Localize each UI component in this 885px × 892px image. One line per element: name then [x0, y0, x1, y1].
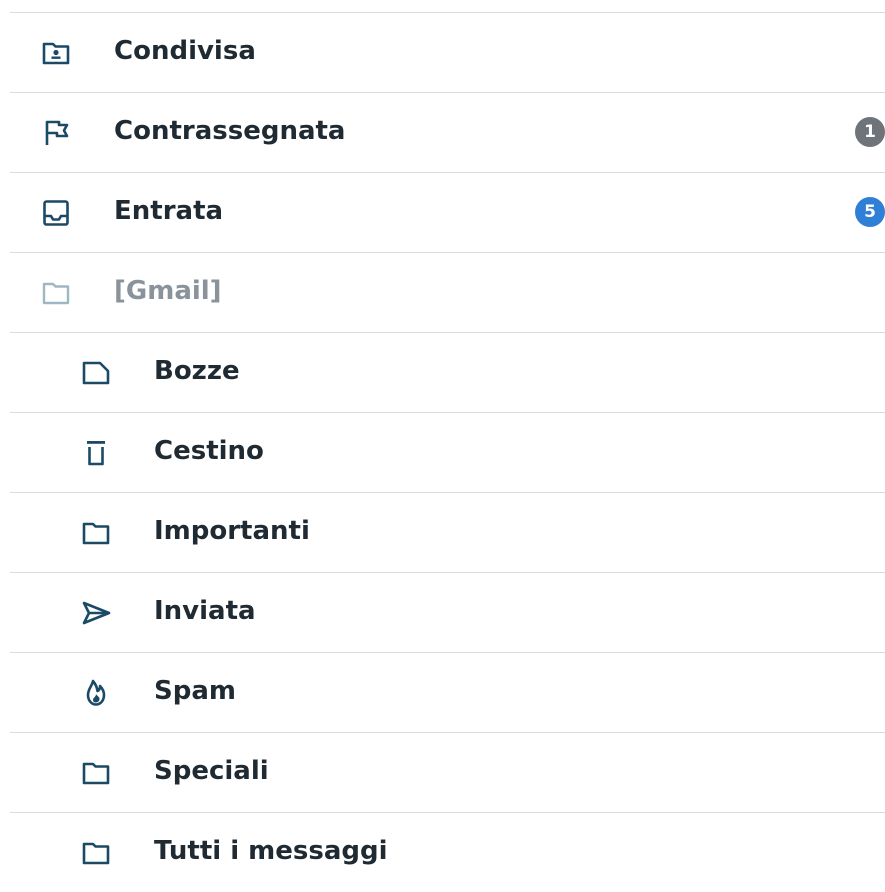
trash-icon — [80, 437, 112, 469]
folder-label: Condivisa — [114, 36, 256, 66]
folder-item-inviata[interactable]: Inviata — [10, 573, 885, 653]
folder-item-cestino[interactable]: Cestino — [10, 413, 885, 493]
folder-item-contrassegnata[interactable]: Contrassegnata 1 — [10, 93, 885, 173]
inbox-icon — [40, 197, 72, 229]
folder-label: [Gmail] — [114, 276, 222, 306]
folder-item-importanti[interactable]: Importanti — [10, 493, 885, 573]
spam-flame-icon — [80, 677, 112, 709]
folder-label: Bozze — [154, 356, 240, 386]
folder-item-spam[interactable]: Spam — [10, 653, 885, 733]
folder-item-gmail[interactable]: [Gmail] — [10, 253, 885, 333]
folder-item-speciali[interactable]: Speciali — [10, 733, 885, 813]
folder-label: Contrassegnata — [114, 116, 346, 146]
mail-folder-list: Condivisa Contrassegnata 1 Entrata 5 [Gm… — [10, 12, 885, 892]
folder-icon — [80, 517, 112, 549]
folder-label: Tutti i messaggi — [154, 836, 388, 866]
folder-icon — [80, 837, 112, 869]
unread-count-badge: 5 — [855, 197, 885, 227]
folder-label: Importanti — [154, 516, 310, 546]
folder-icon — [40, 277, 72, 309]
folder-label: Spam — [154, 676, 236, 706]
draft-icon — [80, 357, 112, 389]
folder-label: Cestino — [154, 436, 264, 466]
folder-label: Inviata — [154, 596, 256, 626]
folder-item-entrata[interactable]: Entrata 5 — [10, 173, 885, 253]
unread-count-badge: 1 — [855, 117, 885, 147]
folder-item-tutti-i-messaggi[interactable]: Tutti i messaggi — [10, 813, 885, 892]
folder-item-bozze[interactable]: Bozze — [10, 333, 885, 413]
shared-folder-icon — [40, 37, 72, 69]
send-icon — [80, 597, 112, 629]
folder-item-condivisa[interactable]: Condivisa — [10, 13, 885, 93]
folder-label: Speciali — [154, 756, 269, 786]
folder-label: Entrata — [114, 196, 224, 226]
flag-icon — [40, 117, 72, 149]
folder-icon — [80, 757, 112, 789]
